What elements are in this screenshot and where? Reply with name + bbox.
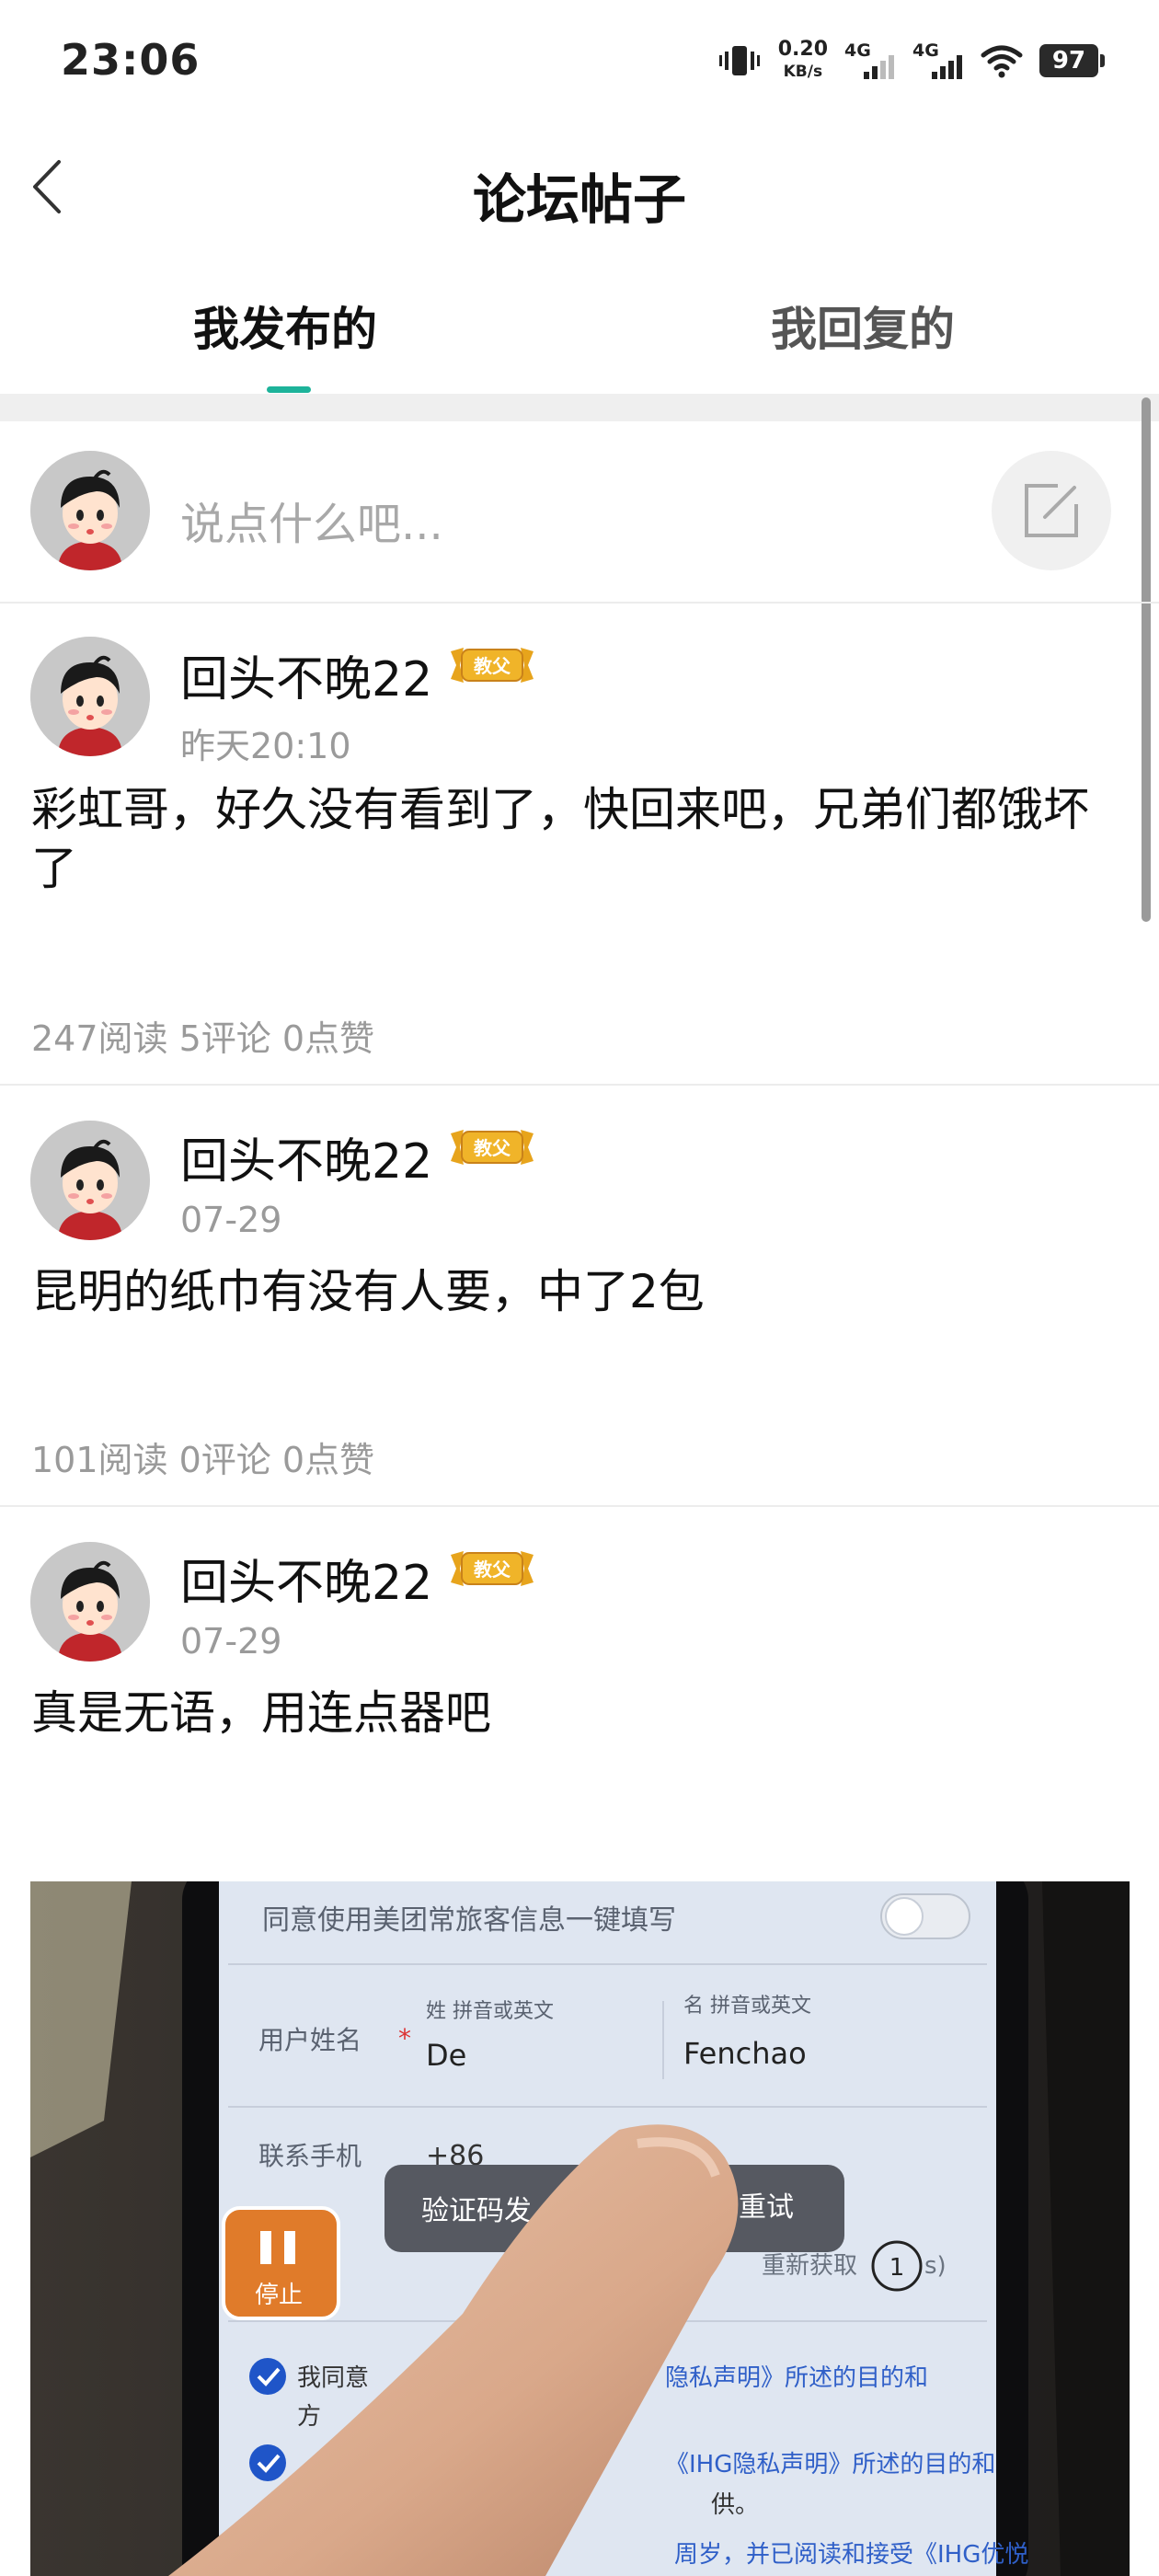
rank-badge: 教父 — [451, 1130, 534, 1165]
vibrate-icon — [718, 46, 760, 75]
avatar[interactable] — [30, 451, 150, 570]
status-bar: 23:06 0.20 KB/s 4G 4G 97 — [0, 0, 1159, 120]
svg-text:周岁，并已阅读和接受《IHG优悦: 周岁，并已阅读和接受《IHG优悦 — [674, 2541, 1028, 2569]
post-username[interactable]: 回头不晚22 — [180, 640, 432, 709]
avatar[interactable] — [30, 1542, 150, 1662]
avatar-image — [30, 451, 150, 570]
svg-text:停止: 停止 — [255, 2282, 303, 2309]
divider — [0, 602, 1159, 604]
avatar[interactable] — [30, 1121, 150, 1240]
post-content[interactable]: 真是无语，用连点器吧 — [31, 1684, 1126, 1742]
post-stats: 247阅读 5评论 0点赞 — [31, 1018, 375, 1059]
avatar-image — [30, 1542, 150, 1662]
network-speed: 0.20 KB/s — [777, 38, 828, 82]
post-username[interactable]: 回头不晚22 — [180, 1122, 432, 1191]
svg-text:姓 拼音或英文: 姓 拼音或英文 — [426, 2000, 554, 2023]
svg-text:教父: 教父 — [474, 1558, 511, 1581]
divider — [0, 1505, 1159, 1507]
tab-my-replies[interactable]: 我回复的 — [771, 293, 955, 359]
svg-text:隐私声明》所述的目的和: 隐私声明》所述的目的和 — [665, 2364, 928, 2392]
post-content[interactable]: 昆明的纸巾有没有人要，中了2包 — [31, 1262, 1126, 1321]
rank-badge: 教父 — [451, 1551, 534, 1586]
svg-text:名 拼音或英文: 名 拼音或英文 — [683, 1995, 811, 2018]
tab-my-posts[interactable]: 我发布的 — [193, 293, 377, 359]
phone-photo: 同意使用美团常旅客信息一键填写 姓 拼音或英文 名 拼音或英文 用户姓名 * D… — [30, 1881, 1130, 2576]
svg-text:De: De — [426, 2038, 466, 2073]
avatar[interactable] — [30, 637, 150, 756]
section-separator — [0, 394, 1159, 421]
scrollbar[interactable] — [1142, 397, 1151, 922]
post-username[interactable]: 回头不晚22 — [180, 1544, 432, 1613]
sim1-signal-icon: 4G — [844, 40, 896, 81]
svg-text:重新获取: 重新获取 — [762, 2252, 857, 2280]
svg-text:用户姓名: 用户姓名 — [258, 2025, 361, 2055]
status-time: 23:06 — [61, 35, 201, 85]
svg-text:同意使用美团常旅客信息一键填写: 同意使用美团常旅客信息一键填写 — [262, 1904, 676, 1937]
svg-text:Fenchao: Fenchao — [683, 2036, 807, 2071]
svg-text:教父: 教父 — [474, 1137, 511, 1159]
svg-text:方: 方 — [297, 2403, 321, 2431]
page-title: 论坛帖子 — [472, 168, 686, 231]
post-time: 07-29 — [180, 1200, 282, 1240]
svg-text:《IHG隐私声明》所述的目的和: 《IHG隐私声明》所述的目的和 — [665, 2451, 995, 2478]
svg-text:教父: 教父 — [474, 655, 511, 677]
avatar-image — [30, 1121, 150, 1240]
divider — [0, 1084, 1159, 1086]
wifi-icon — [981, 45, 1023, 78]
svg-text:*: * — [398, 2023, 411, 2053]
avatar-image — [30, 637, 150, 756]
compose-button[interactable] — [992, 451, 1111, 570]
tab-active-indicator — [267, 386, 311, 393]
composer-input[interactable]: 说点什么吧... — [180, 488, 443, 552]
svg-text:我同意: 我同意 — [297, 2364, 369, 2392]
svg-text:验证码发: 验证码发 — [421, 2195, 532, 2227]
status-icons: 0.20 KB/s 4G 4G 97 — [717, 33, 1105, 88]
svg-text:s): s) — [924, 2252, 947, 2280]
edit-icon — [1025, 484, 1078, 537]
post-image[interactable]: 同意使用美团常旅客信息一键填写 姓 拼音或英文 名 拼音或英文 用户姓名 * D… — [30, 1881, 1130, 2576]
sim2-signal-icon: 4G — [912, 40, 964, 81]
post-time: 07-29 — [180, 1621, 282, 1662]
rank-badge: 教父 — [451, 648, 534, 683]
svg-text:1: 1 — [889, 2254, 905, 2282]
svg-text:供。: 供。 — [711, 2491, 759, 2519]
post-content[interactable]: 彩虹哥，好久没有看到了，快回来吧，兄弟们都饿坏了 — [31, 780, 1126, 898]
battery-icon: 97 — [1039, 44, 1105, 77]
post-stats: 101阅读 0评论 0点赞 — [31, 1440, 375, 1480]
svg-text:联系手机: 联系手机 — [258, 2141, 361, 2171]
post-time: 昨天20:10 — [180, 726, 351, 766]
